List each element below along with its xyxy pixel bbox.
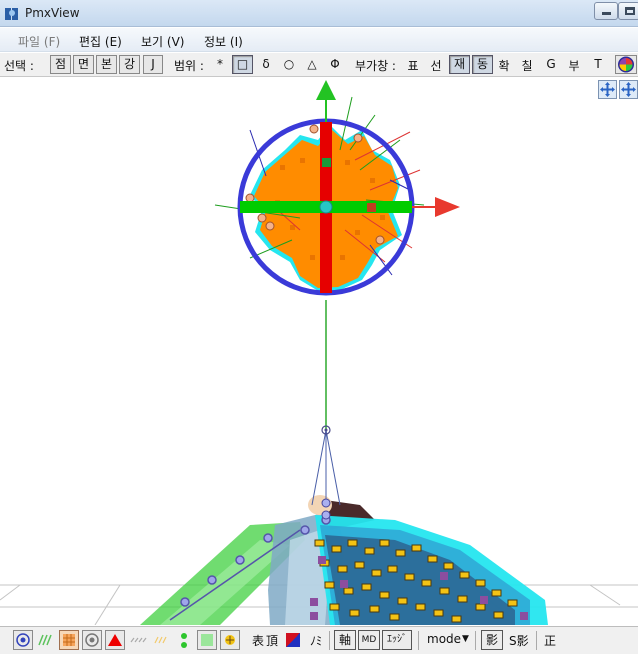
green-square-icon <box>201 634 213 646</box>
model-mesh <box>140 495 548 625</box>
move-arrows-icon <box>621 82 636 97</box>
subwindow-label: 부가창 : <box>355 59 396 73</box>
rotate-view-button[interactable] <box>598 80 617 99</box>
subwin-motion-button[interactable]: 동 <box>472 55 493 74</box>
subwin-material-button[interactable]: 재 <box>449 55 470 74</box>
viewport-scene <box>0 80 638 625</box>
subwin-zoom-button[interactable]: 확 <box>497 57 511 74</box>
subwin-paint-button[interactable]: 칠 <box>520 57 534 74</box>
yellow-knot-icon <box>225 635 235 645</box>
separator <box>536 631 537 650</box>
self-shadow-label[interactable]: S影 <box>509 632 529 649</box>
line-icon[interactable] <box>128 632 148 650</box>
menu-edit[interactable]: 편집 (E) <box>79 33 122 50</box>
app-icon <box>5 8 18 20</box>
bottom-toolbar: 表 頂 ﾉﾐ 軸 MD ｴｯｼﾞ mode ▼ 影 S影 正 <box>0 626 638 654</box>
red-triangle-icon <box>108 634 122 646</box>
select-joint-button[interactable]: J <box>143 55 163 74</box>
select-label: 선택 : <box>4 59 34 73</box>
maximize-icon <box>625 7 635 15</box>
toolbar: 선택 : 점 면 본 강 J 범위 : * □ δ ○ △ Φ 부가창 : 표 … <box>0 53 638 77</box>
bone-target-icon <box>85 633 99 647</box>
label-expression[interactable]: 表 <box>252 632 264 649</box>
range-delta-button[interactable]: δ <box>259 57 273 71</box>
rotate-arrows-icon <box>600 82 615 97</box>
neck-bone <box>311 300 341 520</box>
select-face-button[interactable]: 면 <box>73 55 94 74</box>
md-button[interactable]: MD <box>358 630 380 650</box>
subwin-table-button[interactable]: 표 <box>406 57 420 74</box>
subwin-sub-button[interactable]: 부 <box>567 57 581 74</box>
front-view-label[interactable]: 正 <box>544 632 556 649</box>
show-face-button[interactable] <box>59 630 79 650</box>
separator <box>418 631 419 650</box>
vertex-target-icon <box>16 633 30 647</box>
menu-info[interactable]: 정보 (I) <box>204 33 243 50</box>
menu-view[interactable]: 보기 (V) <box>141 33 184 50</box>
axis-button[interactable]: 軸 <box>334 630 356 650</box>
label-vertex-kanji[interactable]: 頂 <box>266 632 278 649</box>
move-view-button[interactable] <box>619 80 638 99</box>
physics-icon[interactable] <box>174 632 194 650</box>
separator <box>329 631 330 650</box>
range-box-button[interactable]: □ <box>232 55 253 74</box>
color-wheel-icon <box>618 56 634 73</box>
maximize-button[interactable] <box>618 2 638 20</box>
menu-bar: 파일 (F) 편집 (E) 보기 (V) 정보 (I) <box>0 28 638 52</box>
range-triangle-button[interactable]: △ <box>305 57 319 71</box>
mode-dropdown[interactable]: mode <box>427 632 461 646</box>
label-nomi[interactable]: ﾉﾐ <box>310 632 322 649</box>
minimize-icon <box>602 12 611 15</box>
color-swatch[interactable] <box>286 633 300 647</box>
minimize-button[interactable] <box>594 2 618 20</box>
show-softbody-button[interactable] <box>220 630 240 650</box>
3d-viewport[interactable] <box>0 78 638 625</box>
menu-file[interactable]: 파일 (F) <box>18 33 60 50</box>
morph-icon[interactable] <box>151 632 171 650</box>
window-title: PmxView <box>25 6 80 20</box>
range-all-button[interactable]: * <box>213 57 227 71</box>
show-bone-button[interactable] <box>82 630 102 650</box>
show-rigid-button[interactable] <box>105 630 125 650</box>
color-wheel-button[interactable] <box>615 55 637 74</box>
select-vertex-button[interactable]: 점 <box>50 55 71 74</box>
separator <box>475 631 476 650</box>
title-bar: PmxView <box>0 0 638 27</box>
range-phi-button[interactable]: Φ <box>328 57 342 71</box>
range-label: 범위 : <box>174 59 204 73</box>
show-vertex-button[interactable] <box>13 630 33 650</box>
select-rigid-button[interactable]: 강 <box>119 55 140 74</box>
wire-icon[interactable] <box>36 632 56 650</box>
subwin-g-button[interactable]: G <box>544 57 558 71</box>
subwin-t-button[interactable]: T <box>591 57 605 71</box>
select-bone-button[interactable]: 본 <box>96 55 117 74</box>
chevron-down-icon[interactable]: ▼ <box>462 634 469 644</box>
shadow-button[interactable]: 影 <box>481 630 503 650</box>
mesh-grid-icon <box>63 634 75 646</box>
subwin-line-button[interactable]: 선 <box>429 57 443 74</box>
edge-button[interactable]: ｴｯｼﾞ <box>382 630 412 650</box>
range-circle-button[interactable]: ○ <box>282 57 296 71</box>
show-joint-button[interactable] <box>197 630 217 650</box>
